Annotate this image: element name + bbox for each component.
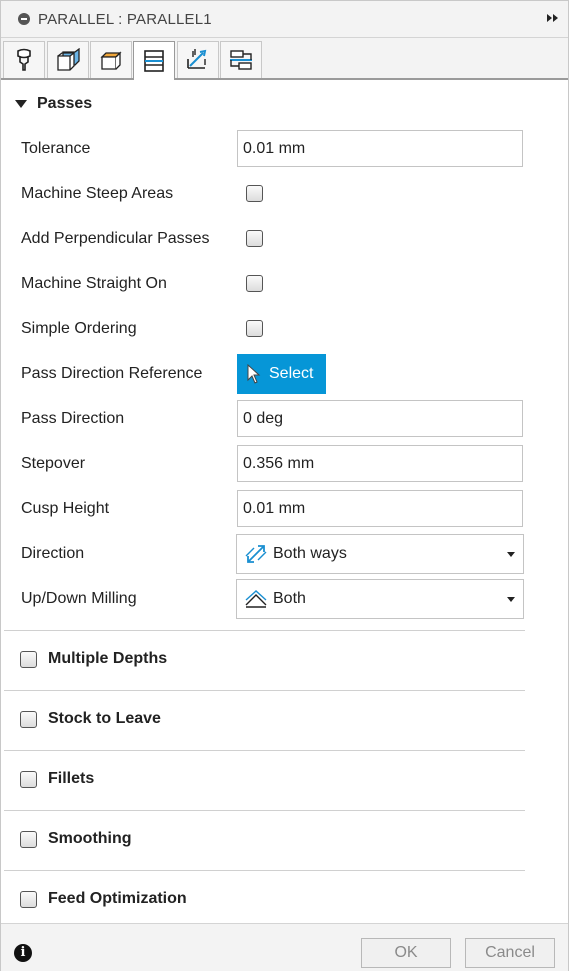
- stepover-input[interactable]: [237, 445, 523, 482]
- tool-icon: [17, 48, 31, 71]
- updown-milling-label: Up/Down Milling: [21, 590, 137, 607]
- both-ways-icon: [245, 545, 267, 563]
- machine-steep-checkbox[interactable]: [246, 185, 263, 202]
- fillets-checkbox[interactable]: [20, 770, 37, 788]
- machine-straight-checkbox[interactable]: [246, 275, 263, 292]
- pass-direction-input[interactable]: [237, 400, 523, 437]
- tolerance-label: Tolerance: [21, 140, 91, 157]
- simple-ordering-label: Simple Ordering: [21, 320, 137, 337]
- pass-direction-label: Pass Direction: [21, 410, 125, 427]
- cusp-height-input[interactable]: [237, 490, 523, 527]
- dialog-footer: i OK Cancel: [1, 923, 568, 971]
- cancel-button[interactable]: Cancel: [465, 938, 555, 968]
- stepover-label: Stepover: [21, 455, 86, 472]
- select-button[interactable]: Select: [237, 354, 326, 394]
- heights-icon: [100, 51, 122, 70]
- add-perpendicular-label: Add Perpendicular Passes: [21, 230, 210, 247]
- up-down-both-icon: [245, 590, 267, 608]
- dropdown-caret-icon: [507, 552, 515, 557]
- dialog-title: PARALLEL : PARALLEL1: [38, 10, 212, 28]
- smoothing-label: Smoothing: [48, 830, 132, 847]
- section-divider: [4, 750, 525, 751]
- smoothing-section[interactable]: Smoothing: [20, 829, 132, 849]
- info-icon[interactable]: i: [14, 944, 32, 962]
- cursor-arrow-icon: [247, 364, 261, 384]
- collapse-triangle-icon: [15, 100, 27, 108]
- collapse-icon[interactable]: [18, 13, 30, 25]
- pass-direction-reference-label: Pass Direction Reference: [21, 365, 203, 382]
- section-divider: [4, 630, 525, 631]
- feed-optimization-section[interactable]: Feed Optimization: [20, 889, 187, 909]
- stock-to-leave-label: Stock to Leave: [48, 710, 161, 727]
- ok-button[interactable]: OK: [361, 938, 451, 968]
- dropdown-caret-icon: [507, 597, 515, 602]
- select-button-label: Select: [269, 365, 314, 382]
- tab-tool[interactable]: [3, 41, 45, 78]
- multiple-depths-section[interactable]: Multiple Depths: [20, 649, 167, 669]
- section-divider: [4, 870, 525, 871]
- title-bar: PARALLEL : PARALLEL1: [1, 1, 568, 38]
- machine-straight-label: Machine Straight On: [21, 275, 167, 292]
- fillets-label: Fillets: [48, 770, 95, 787]
- cusp-height-label: Cusp Height: [21, 500, 110, 517]
- add-perpendicular-checkbox[interactable]: [246, 230, 263, 247]
- smoothing-checkbox[interactable]: [20, 830, 37, 848]
- updown-milling-dropdown[interactable]: Both: [236, 579, 524, 619]
- tab-passes[interactable]: [133, 41, 175, 80]
- linking-icon: [187, 49, 207, 69]
- tab-geometry[interactable]: [47, 41, 89, 78]
- tab-linking[interactable]: [177, 41, 219, 78]
- tab-feed[interactable]: [220, 41, 262, 78]
- machine-steep-label: Machine Steep Areas: [21, 185, 174, 202]
- direction-label: Direction: [21, 545, 85, 562]
- tab-bar: [1, 38, 568, 80]
- passes-icon: [144, 50, 164, 72]
- tolerance-input[interactable]: [237, 130, 523, 167]
- geometry-icon: [57, 48, 80, 71]
- simple-ordering-checkbox[interactable]: [246, 320, 263, 337]
- feed-icon: [230, 50, 252, 70]
- tab-heights[interactable]: [90, 41, 132, 78]
- passes-header-label: Passes: [37, 95, 93, 112]
- fillets-section[interactable]: Fillets: [20, 769, 94, 789]
- multiple-depths-label: Multiple Depths: [48, 650, 168, 667]
- expand-icon[interactable]: [546, 11, 560, 25]
- section-divider: [4, 690, 525, 691]
- direction-value: Both ways: [273, 545, 347, 562]
- feed-optimization-label: Feed Optimization: [48, 890, 187, 907]
- feed-optimization-checkbox[interactable]: [20, 890, 37, 908]
- updown-milling-value: Both: [273, 590, 306, 607]
- parallel-dialog: PARALLEL : PARALLEL1 Passes Tolerance 0.…: [0, 0, 569, 971]
- stock-to-leave-section[interactable]: Stock to Leave: [20, 709, 161, 729]
- multiple-depths-checkbox[interactable]: [20, 650, 37, 668]
- section-divider: [4, 810, 525, 811]
- direction-dropdown[interactable]: Both ways: [236, 534, 524, 574]
- passes-section-header[interactable]: Passes: [15, 93, 92, 115]
- stock-to-leave-checkbox[interactable]: [20, 710, 37, 728]
